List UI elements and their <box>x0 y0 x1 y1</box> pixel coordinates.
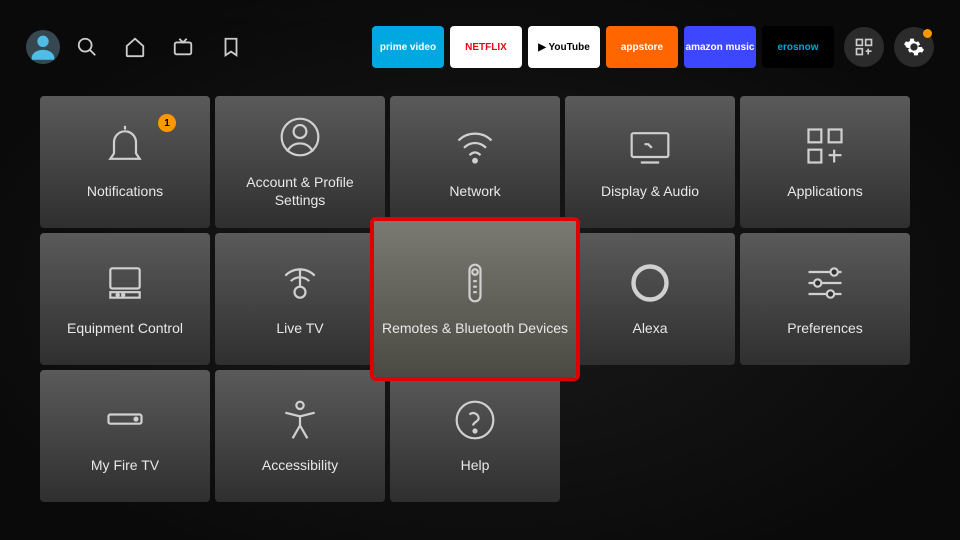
app-tile-appstore[interactable]: appstore <box>606 26 678 68</box>
notification-dot <box>923 29 932 38</box>
tile-label: Accessibility <box>262 456 338 474</box>
home-icon[interactable] <box>124 36 146 58</box>
tile-label: Help <box>461 456 490 474</box>
settings-grid: Notifications 1 Account & Profile Settings… <box>0 76 960 502</box>
gear-icon <box>903 36 925 58</box>
tile-label: Preferences <box>787 319 862 337</box>
livetv-icon <box>278 261 322 305</box>
remotes-icon <box>453 261 497 305</box>
app-shortcut-row: prime videoNETFLIX▶ YouTubeappstoreamazo… <box>372 26 834 68</box>
display-icon <box>628 124 672 168</box>
preferences-icon <box>803 261 847 305</box>
settings-tile-alexa[interactable]: Alexa <box>565 233 735 365</box>
tile-label: Remotes & Bluetooth Devices <box>382 319 568 337</box>
nav-icon-row <box>76 36 242 58</box>
livetv-nav-icon[interactable] <box>172 36 194 58</box>
settings-tile-help[interactable]: Help <box>390 370 560 502</box>
tile-label: Account & Profile Settings <box>223 173 377 209</box>
settings-tile-livetv[interactable]: Live TV <box>215 233 385 365</box>
settings-tile-remotes[interactable]: Remotes & Bluetooth Devices <box>372 219 578 379</box>
profile-avatar[interactable] <box>26 30 60 64</box>
tile-label: Alexa <box>632 319 667 337</box>
app-tile-prime-video[interactable]: prime video <box>372 26 444 68</box>
account-icon <box>278 115 322 159</box>
tile-label: Network <box>449 182 500 200</box>
apps-grid-button[interactable] <box>844 27 884 67</box>
notifications-icon <box>103 124 147 168</box>
search-icon[interactable] <box>76 36 98 58</box>
settings-button[interactable] <box>894 27 934 67</box>
settings-tile-accessibility[interactable]: Accessibility <box>215 370 385 502</box>
app-tile-youtube[interactable]: ▶ YouTube <box>528 26 600 68</box>
settings-tile-notifications[interactable]: Notifications 1 <box>40 96 210 228</box>
bookmark-icon[interactable] <box>220 36 242 58</box>
settings-tile-account[interactable]: Account & Profile Settings <box>215 96 385 228</box>
apps-grid-icon <box>854 37 874 57</box>
notification-badge: 1 <box>158 114 176 132</box>
person-icon <box>26 30 60 64</box>
applications-icon <box>803 124 847 168</box>
network-icon <box>453 124 497 168</box>
app-tile-netflix[interactable]: NETFLIX <box>450 26 522 68</box>
tile-label: Notifications <box>87 182 163 200</box>
app-tile-amazon-music[interactable]: amazon music <box>684 26 756 68</box>
top-navigation-bar: prime videoNETFLIX▶ YouTubeappstoreamazo… <box>0 18 960 76</box>
help-icon <box>453 398 497 442</box>
tile-label: Applications <box>787 182 863 200</box>
settings-tile-applications[interactable]: Applications <box>740 96 910 228</box>
tile-label: My Fire TV <box>91 456 159 474</box>
settings-tile-equipment[interactable]: Equipment Control <box>40 233 210 365</box>
tile-label: Equipment Control <box>67 319 183 337</box>
settings-tile-myfiretv[interactable]: My Fire TV <box>40 370 210 502</box>
alexa-icon <box>628 261 672 305</box>
app-tile-erosnow[interactable]: erosnow <box>762 26 834 68</box>
settings-tile-display[interactable]: Display & Audio <box>565 96 735 228</box>
equipment-icon <box>103 261 147 305</box>
tile-label: Live TV <box>276 319 323 337</box>
myfiretv-icon <box>103 398 147 442</box>
settings-tile-preferences[interactable]: Preferences <box>740 233 910 365</box>
settings-tile-network[interactable]: Network <box>390 96 560 228</box>
accessibility-icon <box>278 398 322 442</box>
tile-label: Display & Audio <box>601 182 699 200</box>
